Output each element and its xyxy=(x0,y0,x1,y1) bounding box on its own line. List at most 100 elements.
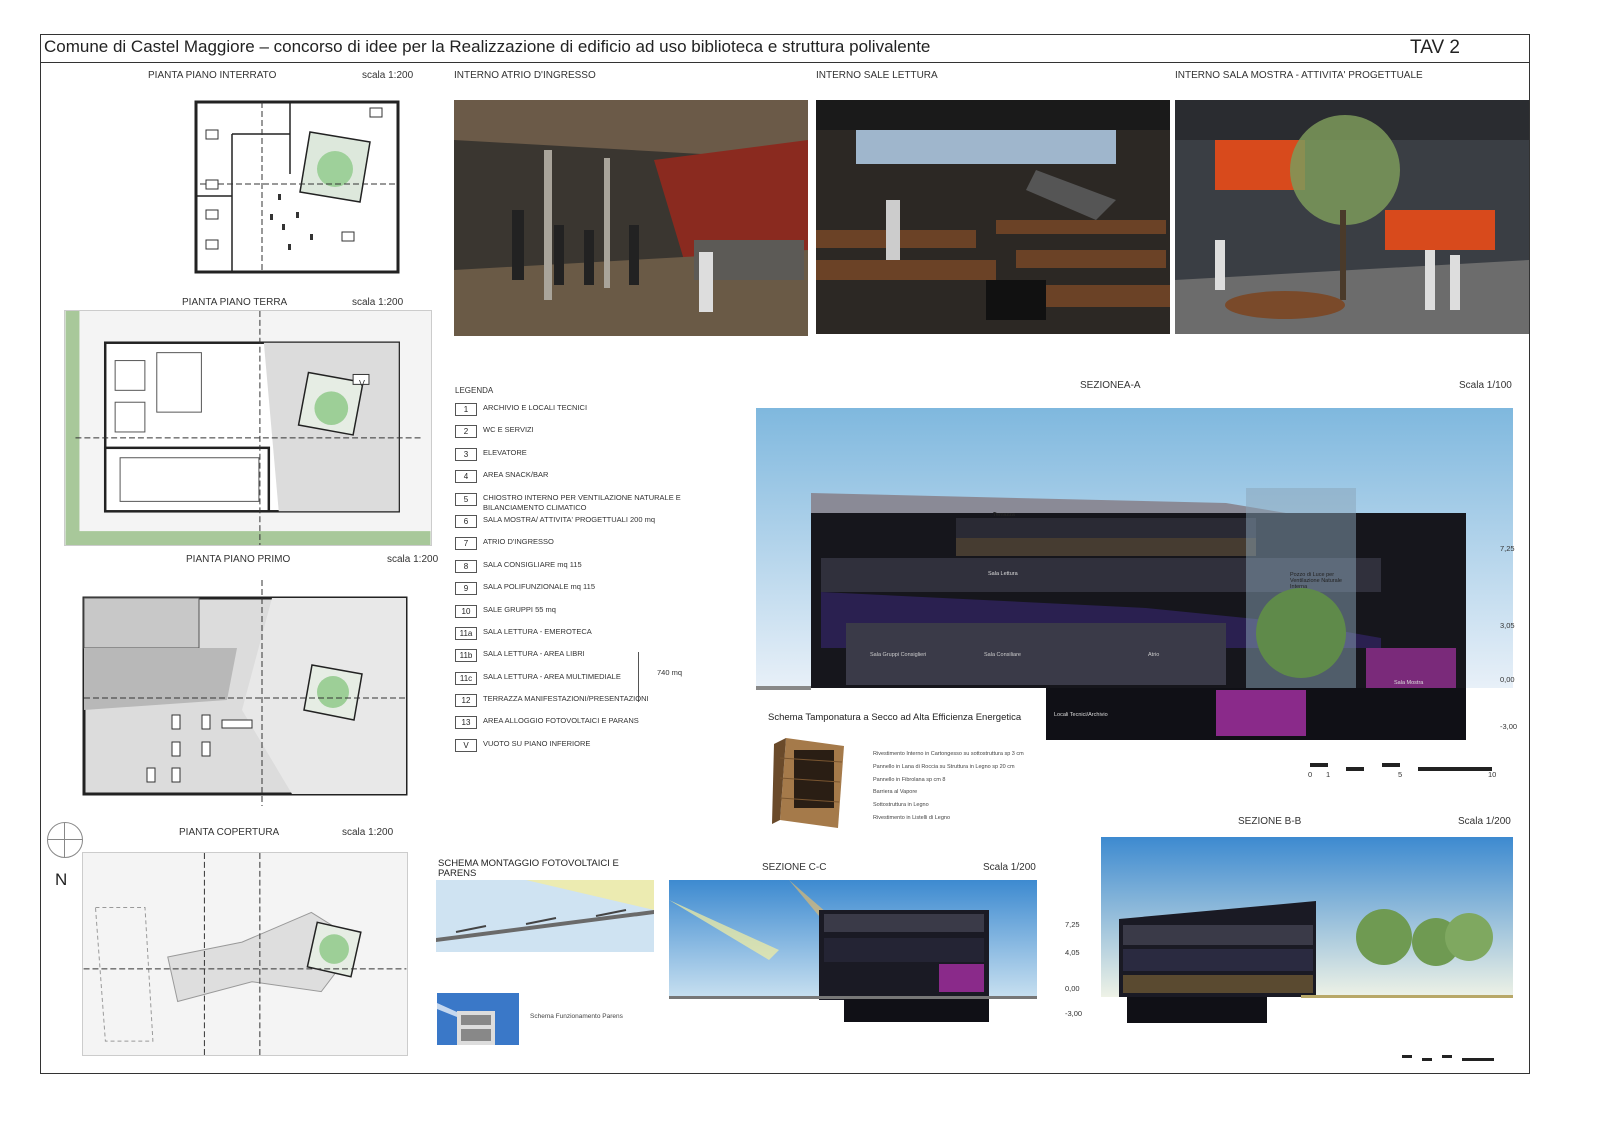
legend-text: CHIOSTRO INTERNO PER VENTILAZIONE NATURA… xyxy=(483,492,681,512)
legend-number: 7 xyxy=(455,537,477,551)
plan-terra-drawing: V xyxy=(64,310,432,546)
legend-number: 12 xyxy=(455,694,477,708)
plan-terra-title: PIANTA PIANO TERRA xyxy=(182,297,288,308)
legend-number: 2 xyxy=(455,425,477,439)
section-c-elevation: 0,00 xyxy=(1065,984,1080,993)
legend-number: V xyxy=(455,738,477,752)
scalebar-label: 10 xyxy=(1488,770,1497,779)
wall-scheme-title: Schema Tamponatura a Secco ad Alta Effic… xyxy=(768,712,1022,723)
section-a-label-pozzo: Pozzo di Luce per Ventilazione Naturale … xyxy=(1290,572,1342,590)
legend-item: 12 TERRAZZA MANIFESTAZIONI/PRESENTAZIONI xyxy=(455,694,745,716)
section-a-label-gruppi: Sala Gruppi Consiglieri xyxy=(870,652,927,658)
legend-text: SALA CONSIGLIARE mq 115 xyxy=(483,559,582,569)
legend-number: 10 xyxy=(455,604,477,618)
legend-number: 11c xyxy=(455,671,477,685)
section-b-scale: Scala 1/200 xyxy=(1458,816,1511,827)
legend-item: 7 ATRIO D'INGRESSO xyxy=(455,537,745,559)
legend-number: 11b xyxy=(455,649,477,663)
section-a-label-consiliare: Sala Consiliare xyxy=(984,652,1021,658)
legend-text: SALA MOSTRA/ ATTIVITA' PROGETTUALI 200 m… xyxy=(483,514,656,524)
section-c-title: SEZIONE C-C xyxy=(762,862,827,873)
legend-number: 1 xyxy=(455,403,477,416)
pv-scheme-drawing xyxy=(436,880,654,952)
legend-item: 2 WC E SERVIZI xyxy=(455,425,745,447)
parens-scheme-drawing xyxy=(437,993,519,1045)
legend-text: SALE GRUPPI 55 mq xyxy=(483,604,556,614)
section-a-label-sala-lettura: Sala Lettura xyxy=(988,571,1018,577)
legend-number: 4 xyxy=(455,470,477,484)
render-mostra-title: INTERNO SALA MOSTRA - ATTIVITA' PROGETTU… xyxy=(1175,70,1423,81)
section-c-drawing xyxy=(669,880,1037,1022)
legend-number: 11a xyxy=(455,626,477,640)
plan-interrato-scale: scala 1:200 xyxy=(362,70,414,81)
legend-item: 11c SALA LETTURA - AREA MULTIMEDIALE xyxy=(455,671,745,694)
legend-number: 13 xyxy=(455,716,477,730)
section-b-title: SEZIONE B-B xyxy=(1238,816,1302,827)
plan-terra-scale: scala 1:200 xyxy=(352,297,404,308)
legend-text: WC E SERVIZI xyxy=(483,425,534,435)
plan-copertura-drawing xyxy=(82,852,408,1056)
section-a-elevation: 7,25 xyxy=(1500,544,1515,553)
section-a-label-mostra: Sala Mostra xyxy=(1394,680,1424,686)
legend-item: 10 SALE GRUPPI 55 mq xyxy=(455,604,745,627)
legend-item: 11a SALA LETTURA - EMEROTECA xyxy=(455,626,745,649)
wall-scheme-illustration xyxy=(772,738,852,828)
section-a-scalebar xyxy=(1310,758,1492,771)
table-number: TAV 2 xyxy=(1410,37,1460,58)
legend-text: SALA LETTURA - AREA LIBRI xyxy=(483,649,585,659)
legend-text: VUOTO SU PIANO INFERIORE xyxy=(483,738,591,748)
legend: LEGENDA 1 ARCHIVIO E LOCALI TECNICI 2 WC E… xyxy=(455,386,745,761)
legend-item: V VUOTO SU PIANO INFERIORE xyxy=(455,738,745,761)
legend-number: 6 xyxy=(455,514,477,528)
legend-text: AREA SNACK/BAR xyxy=(483,470,549,480)
legend-text: SALA POLIFUNZIONALE mq 115 xyxy=(483,582,595,592)
header-divider xyxy=(40,62,1530,63)
section-a-title: SEZIONEA-A xyxy=(1080,380,1141,391)
plan-primo-svg xyxy=(82,580,408,806)
legend-text: ATRIO D'INGRESSO xyxy=(483,537,554,547)
legend-item: 13 AREA ALLOGGIO FOTOVOLTAICI E PARANS xyxy=(455,716,745,738)
plan-copertura-title: PIANTA COPERTURA xyxy=(179,827,280,838)
render-atrio-image xyxy=(454,100,808,336)
parens-caption: Schema Funzionamento Parens xyxy=(530,1013,623,1020)
wall-layer: Rivestimento in Listelli di Legno xyxy=(873,815,951,821)
section-a-elevation: 3,05 xyxy=(1500,621,1515,630)
section-c-elevation: 7,25 xyxy=(1065,920,1080,929)
legend-item: 4 AREA SNACK/BAR xyxy=(455,470,745,492)
plan-copertura-svg xyxy=(83,853,407,1055)
section-b-drawing xyxy=(1101,837,1513,1025)
section-a-label-terrazza: Terrazza xyxy=(993,512,1015,518)
wall-layer: Rivestimento Interno in Cartongesso su s… xyxy=(873,751,1024,757)
legend-number: 3 xyxy=(455,447,477,461)
section-a-label-atrio: Atrio xyxy=(1148,652,1160,658)
pv-scheme-title: SCHEMA MONTAGGIO FOTOVOLTAICI E PARENS xyxy=(438,858,619,879)
legend-brace xyxy=(632,652,639,702)
plan-primo-drawing xyxy=(62,570,432,806)
section-b-scalebar xyxy=(1402,1048,1494,1061)
scalebar-label: 1 xyxy=(1326,770,1331,779)
legend-item: 1 ARCHIVIO E LOCALI TECNICI xyxy=(455,403,745,425)
svg-text:V: V xyxy=(359,378,365,388)
plan-interrato-title: PIANTA PIANO INTERRATO xyxy=(148,70,277,81)
plan-primo-scale: scala 1:200 xyxy=(387,554,439,565)
scalebar-label: 5 xyxy=(1398,770,1403,779)
legend-item: 8 SALA CONSIGLIARE mq 115 xyxy=(455,559,745,582)
section-a-scale: Scala 1/100 xyxy=(1459,380,1512,391)
legend-item: 9 SALA POLIFUNZIONALE mq 115 xyxy=(455,582,745,604)
wall-layer: Pannello in Lana di Roccia su Struttura … xyxy=(873,764,1015,770)
scalebar-label: 0 xyxy=(1308,770,1313,779)
legend-list: 1 ARCHIVIO E LOCALI TECNICI 2 WC E SERVIZI… xyxy=(455,403,745,761)
section-c-scale: Scala 1/200 xyxy=(983,862,1036,873)
legend-item: 3 ELEVATORE xyxy=(455,447,745,470)
north-label: N xyxy=(55,870,68,889)
section-a-label-tecnici: Locali Tecnici/Archivio xyxy=(1054,712,1108,718)
legend-number: 5 xyxy=(455,492,477,506)
board-title: Comune di Castel Maggiore – concorso di … xyxy=(44,37,931,56)
wall-layer: Sottostruttura in Legno xyxy=(873,802,929,808)
legend-text: ARCHIVIO E LOCALI TECNICI xyxy=(483,403,588,412)
render-lettura-title: INTERNO SALE LETTURA xyxy=(816,70,938,81)
legend-area-note: 740 mq xyxy=(657,668,683,677)
plan-copertura-scale: scala 1:200 xyxy=(342,827,394,838)
section-c-elevation: 4,05 xyxy=(1065,948,1080,957)
section-c-elevation: -3,00 xyxy=(1065,1009,1083,1018)
